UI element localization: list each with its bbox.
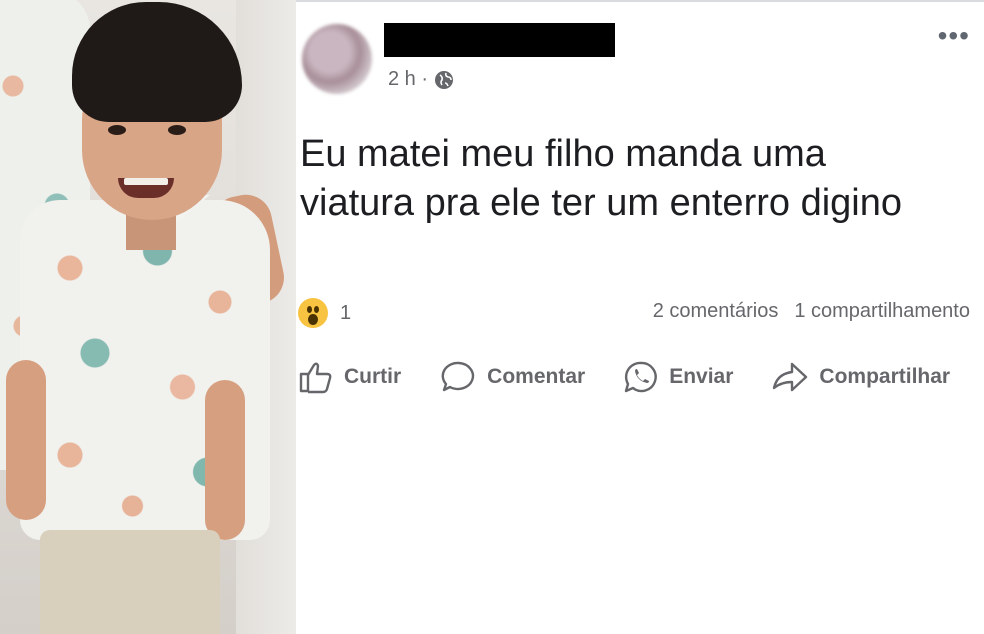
share-button[interactable]: Compartilhar	[771, 360, 950, 394]
child-right-arm	[205, 380, 245, 540]
action-bar: Curtir Comentar Enviar Compartilhar	[296, 360, 984, 394]
child-left-arm	[6, 360, 46, 520]
share-label: Compartilhar	[819, 365, 951, 388]
child-pants	[40, 530, 220, 634]
engagement-counts: 2 comentários 1 compartilhamento	[653, 300, 970, 323]
top-divider	[296, 0, 984, 2]
reaction-count: 1	[340, 301, 352, 324]
share-count[interactable]: 1 compartilhamento	[794, 300, 970, 323]
child-teeth	[124, 178, 168, 185]
author-name-redacted[interactable]	[384, 23, 615, 57]
child-hair	[72, 2, 242, 122]
reactions-summary[interactable]: 1	[298, 298, 351, 328]
comment-bubble-icon	[441, 361, 475, 392]
like-button[interactable]: Curtir	[298, 360, 401, 394]
avatar[interactable]	[302, 24, 372, 94]
facebook-post: 2 h · ••• Eu matei meu filho manda uma v…	[296, 0, 984, 634]
wow-icon	[298, 298, 328, 328]
comment-count[interactable]: 2 comentários	[653, 300, 779, 323]
whatsapp-icon	[625, 361, 657, 393]
send-label: Enviar	[669, 365, 734, 388]
post-timestamp[interactable]: 2 h ·	[388, 68, 428, 91]
child-right-eye	[168, 125, 186, 135]
more-options-button[interactable]: •••	[938, 22, 970, 50]
child-photo	[0, 0, 296, 634]
post-meta: 2 h ·	[388, 68, 454, 91]
thumbs-up-icon	[299, 362, 332, 394]
comment-button[interactable]: Comentar	[441, 360, 585, 394]
like-label: Curtir	[344, 365, 402, 388]
comment-label: Comentar	[487, 365, 586, 388]
child-left-eye	[108, 125, 126, 135]
send-button[interactable]: Enviar	[623, 360, 733, 394]
post-text: Eu matei meu filho manda uma viatura pra…	[300, 133, 902, 224]
share-arrow-icon	[773, 362, 808, 392]
globe-icon	[435, 70, 454, 89]
